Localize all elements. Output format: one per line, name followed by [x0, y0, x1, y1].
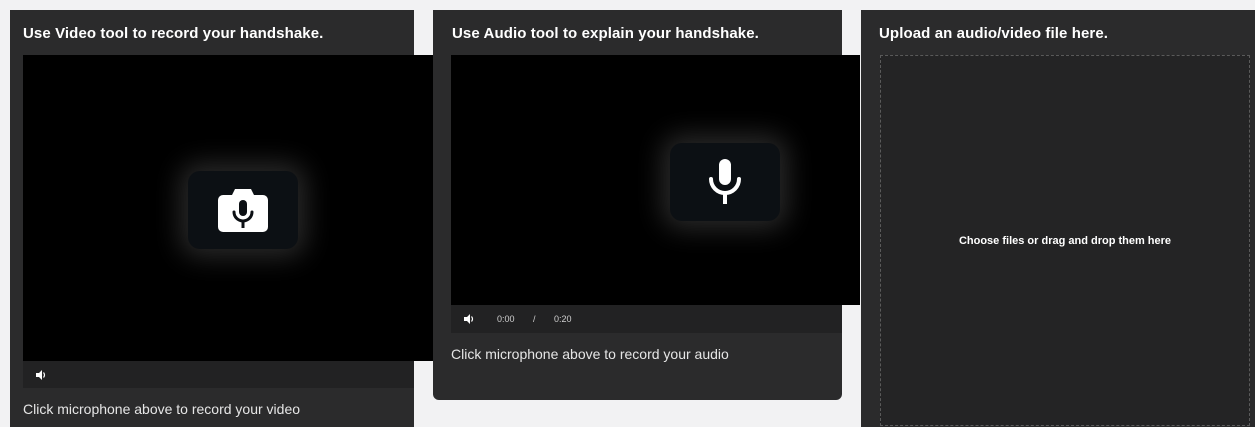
microphone-icon — [709, 159, 741, 204]
audio-current-time: 0:00 — [497, 314, 515, 324]
audio-record-button[interactable] — [670, 143, 780, 221]
audio-caption: Click microphone above to record your au… — [451, 346, 729, 362]
audio-time-separator: / — [533, 314, 536, 324]
video-caption: Click microphone above to record your vi… — [23, 401, 301, 417]
audio-preview — [451, 55, 860, 305]
video-record-button[interactable] — [188, 171, 298, 249]
audio-duration: 0:20 — [554, 314, 572, 324]
video-controls-bar — [23, 361, 414, 388]
video-preview — [23, 55, 433, 361]
speaker-icon[interactable] — [463, 313, 475, 325]
upload-panel-title: Upload an audio/video file here. — [879, 25, 1109, 42]
speaker-icon[interactable] — [35, 369, 47, 381]
dropzone-label: Choose files or drag and drop them here — [958, 234, 1172, 247]
video-panel-title: Use Video tool to record your handshake. — [23, 25, 324, 42]
audio-panel-title: Use Audio tool to explain your handshake… — [452, 25, 759, 42]
camera-microphone-icon — [218, 189, 268, 232]
audio-controls-bar: 0:00 / 0:20 — [451, 305, 842, 333]
file-dropzone[interactable]: Choose files or drag and drop them here — [880, 55, 1250, 426]
